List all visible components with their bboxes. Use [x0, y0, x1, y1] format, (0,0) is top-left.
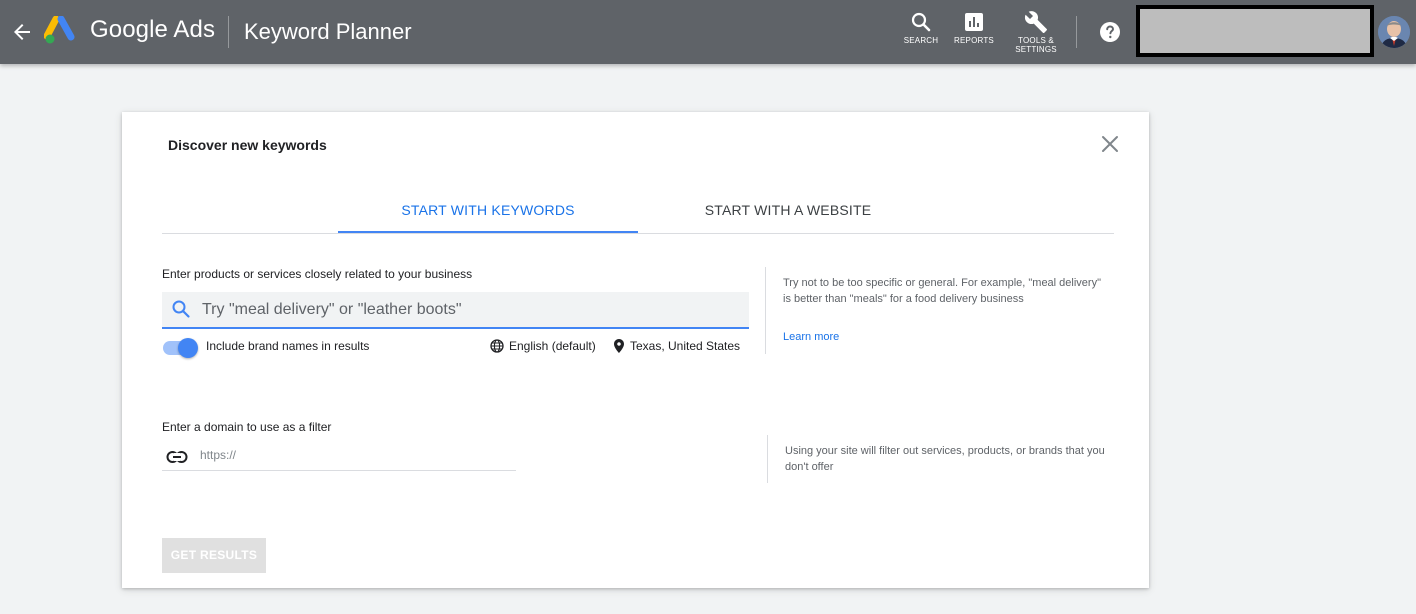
brand-names-toggle[interactable]	[162, 338, 198, 358]
google-ads-logo	[44, 16, 75, 44]
discover-keywords-dialog: Discover new keywords START WITH KEYWORD…	[122, 112, 1149, 588]
tools-label-line1: TOOLS &	[1018, 36, 1054, 45]
brand-names-toggle-label: Include brand names in results	[206, 339, 370, 353]
reports-label: REPORTS	[954, 36, 994, 45]
avatar[interactable]	[1378, 16, 1410, 48]
topbar-divider-right	[1076, 16, 1077, 48]
language-selector[interactable]: English (default)	[490, 338, 596, 354]
back-arrow-icon[interactable]	[10, 20, 34, 44]
location-value: Texas, United States	[630, 339, 741, 353]
get-results-button[interactable]: GET RESULTS	[162, 538, 266, 573]
domain-input[interactable]	[200, 442, 510, 468]
learn-more-link[interactable]: Learn more	[783, 331, 839, 343]
account-redacted-box	[1140, 9, 1370, 53]
tools-label-line2: SETTINGS	[1015, 45, 1057, 54]
globe-icon	[490, 339, 504, 353]
reports-button[interactable]: REPORTS	[944, 10, 1004, 45]
location-pin-icon	[614, 339, 624, 353]
close-icon[interactable]	[1100, 134, 1120, 154]
dialog-title: Discover new keywords	[168, 137, 327, 153]
tab-start-with-keywords[interactable]: START WITH KEYWORDS	[338, 202, 638, 233]
link-icon	[166, 451, 188, 463]
search-icon	[911, 12, 931, 32]
search-label: SEARCH	[903, 36, 939, 45]
brand-name: Google Ads	[90, 16, 216, 43]
help-icon[interactable]	[1098, 20, 1122, 44]
keywords-input[interactable]	[202, 292, 742, 327]
reports-icon	[965, 13, 983, 31]
keywords-input-container	[162, 292, 749, 329]
toggle-knob	[178, 338, 198, 358]
tools-settings-button[interactable]: TOOLS & SETTINGS	[1006, 10, 1066, 54]
top-app-bar: Google Ads Keyword Planner SEARCH REPORT…	[0, 0, 1416, 64]
domain-input-container	[162, 442, 516, 471]
wrench-icon	[1024, 11, 1047, 33]
language-value: English (default)	[509, 339, 596, 353]
page-title: Keyword Planner	[244, 19, 412, 44]
location-selector[interactable]: Texas, United States	[613, 338, 740, 354]
domain-field-label: Enter a domain to use as a filter	[162, 420, 332, 434]
domain-hint-divider	[767, 435, 768, 483]
topbar-divider	[228, 16, 229, 48]
account-switcher[interactable]	[1136, 5, 1374, 57]
tab-start-with-website[interactable]: START WITH A WEBSITE	[638, 202, 938, 233]
keywords-field-label: Enter products or services closely relat…	[162, 267, 473, 281]
tab-bar: START WITH KEYWORDS START WITH A WEBSITE	[162, 198, 1114, 234]
search-button[interactable]: SEARCH	[891, 10, 951, 45]
keywords-hint: Try not to be too specific or general. F…	[783, 277, 1101, 305]
search-icon	[172, 300, 190, 318]
hint-divider	[765, 267, 766, 354]
domain-hint: Using your site will filter out services…	[785, 445, 1105, 473]
